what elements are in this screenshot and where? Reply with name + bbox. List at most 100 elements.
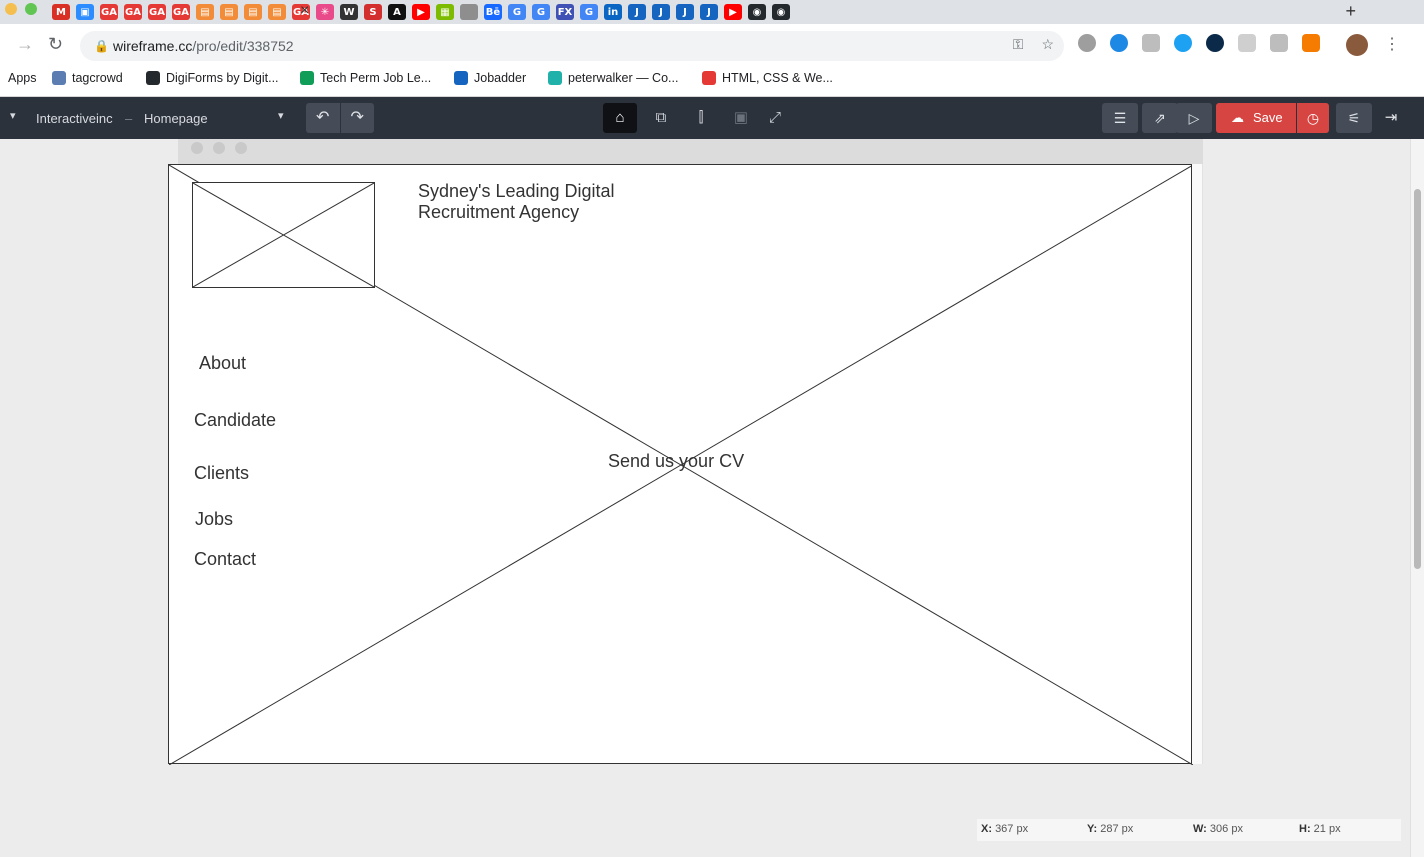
ga-icon[interactable]: GA (148, 4, 166, 20)
frame-dot (235, 142, 247, 154)
fx-icon[interactable]: FX (556, 4, 574, 20)
nav-link-clients[interactable]: Clients (194, 463, 249, 484)
nav-link-contact[interactable]: Contact (194, 549, 256, 570)
window-zoom-button[interactable] (25, 3, 37, 15)
calendar-icon[interactable]: ▤ (196, 4, 214, 20)
linkedin-icon[interactable]: in (604, 4, 622, 20)
jobadder-icon[interactable]: J (652, 4, 670, 20)
app-toolbar: ▾ Interactiveinc – Homepage ▾ ↶ ↷ ⌂ ⧉ ⫿ … (0, 97, 1424, 139)
jobadder-icon[interactable]: J (676, 4, 694, 20)
preview-play-icon[interactable]: ▷ (1176, 103, 1212, 133)
key-icon[interactable]: ⚿ (1013, 36, 1024, 53)
nav-link-jobs[interactable]: Jobs (195, 509, 233, 530)
s-icon[interactable]: S (364, 4, 382, 20)
extension-icon[interactable] (1238, 34, 1256, 52)
page-selector[interactable]: Homepage (144, 111, 208, 126)
lock-tool-icon[interactable]: ⌂ (603, 103, 637, 133)
google-icon[interactable]: G (532, 4, 550, 20)
ga-icon[interactable]: GA (124, 4, 142, 20)
extension-icon[interactable] (1078, 34, 1096, 52)
github-icon[interactable]: ◉ (772, 4, 790, 20)
github-icon[interactable]: ◉ (748, 4, 766, 20)
lock-icon: 🔒 (94, 39, 109, 53)
w-icon[interactable]: W (340, 4, 358, 20)
editor-canvas[interactable]: Sydney's Leading Digital Recruitment Age… (0, 139, 1410, 857)
window-minimize-button[interactable] (5, 3, 17, 15)
save-button[interactable]: ☁ Save (1216, 103, 1296, 133)
apple-icon[interactable] (460, 4, 478, 20)
forward-icon[interactable]: → (16, 34, 34, 55)
jobadder-icon[interactable]: J (700, 4, 718, 20)
url-field[interactable]: 🔒 wireframe.cc/pro/edit/338752 ⚿ ☆ (80, 31, 1064, 61)
h-label: H: (1299, 823, 1311, 835)
align-icon[interactable]: ⫿ (684, 103, 718, 133)
grid-ruler (1192, 164, 1203, 764)
url-path: /pro/edit/338752 (192, 38, 294, 54)
bookmark-item[interactable]: DigiForms by Digit... (146, 71, 279, 85)
bookmark-item[interactable]: Jobadder (454, 71, 526, 85)
bookmark-item[interactable]: tagcrowd (52, 71, 123, 85)
bookmark-label: Tech Perm Job Le... (320, 71, 432, 85)
w-label: W: (1193, 823, 1207, 835)
a-icon[interactable]: A (388, 4, 406, 20)
tagline-heading[interactable]: Sydney's Leading Digital Recruitment Age… (418, 181, 678, 223)
settings-sliders-icon[interactable]: ⚟ (1336, 103, 1372, 133)
profile-avatar[interactable] (1346, 34, 1368, 56)
canvas-scrollbar[interactable] (1410, 139, 1424, 857)
extension-icon[interactable] (1174, 34, 1192, 52)
bookmark-star-icon[interactable]: ☆ (1041, 36, 1054, 53)
page-dropdown-icon[interactable]: ▾ (278, 109, 284, 122)
bookmark-item[interactable]: HTML, CSS & We... (702, 71, 833, 85)
extension-icon[interactable] (1142, 34, 1160, 52)
bookmark-item[interactable]: Apps (8, 71, 37, 85)
reload-icon[interactable]: ↻ (48, 34, 63, 55)
send-cv-text[interactable]: Send us your CV (608, 451, 744, 472)
calendar-icon[interactable]: ▤ (268, 4, 286, 20)
browser-address-bar: → ↻ 🔒 wireframe.cc/pro/edit/338752 ⚿ ☆ ⋮ (0, 24, 1424, 66)
spinner-icon[interactable]: ✳ (316, 4, 334, 20)
extension-icon[interactable] (1302, 34, 1320, 52)
bookmark-item[interactable]: peterwalker — Co... (548, 71, 678, 85)
bookmark-item[interactable]: Tech Perm Job Le... (300, 71, 431, 85)
tab-close-icon[interactable]: × (300, 2, 309, 20)
calendar-icon[interactable]: ▤ (244, 4, 262, 20)
redo-icon[interactable]: ↷ (339, 103, 375, 133)
nav-link-candidate[interactable]: Candidate (194, 410, 276, 431)
menu-chevron-icon[interactable]: ▾ (10, 109, 16, 122)
duplicate-icon[interactable]: ⧉ (644, 103, 678, 133)
google-icon[interactable]: G (508, 4, 526, 20)
undo-icon[interactable]: ↶ (306, 103, 340, 133)
ga-icon[interactable]: GA (100, 4, 118, 20)
extension-icon[interactable] (1270, 34, 1288, 52)
scrollbar-thumb[interactable] (1414, 189, 1421, 569)
bookmarks-bar: Apps tagcrowd DigiForms by Digit... Tech Pe… (0, 66, 1424, 97)
nav-link-about[interactable]: About (199, 353, 246, 374)
bookmark-label: DigiForms by Digit... (166, 71, 279, 85)
calendar-icon[interactable]: ▤ (220, 4, 238, 20)
google-icon[interactable]: G (580, 4, 598, 20)
jobadder-icon[interactable]: J (628, 4, 646, 20)
share-link-icon[interactable]: ⇗ (1142, 103, 1178, 133)
behance-icon[interactable]: Bē (484, 4, 502, 20)
new-tab-button[interactable]: + (1345, 1, 1356, 22)
extension-icon[interactable] (1110, 34, 1128, 52)
w-readout: W: 306 px (1193, 823, 1243, 835)
x-readout: X: 367 px (981, 823, 1028, 835)
url-text: wireframe.cc/pro/edit/338752 (113, 38, 294, 54)
exit-icon[interactable]: ⇥ (1374, 103, 1408, 133)
youtube-icon[interactable]: ▶ (412, 4, 430, 20)
microsoft-icon[interactable]: ▦ (436, 4, 454, 20)
group-icon[interactable]: ▣ (724, 103, 758, 133)
gmail-icon[interactable]: M (52, 4, 70, 20)
ga-icon[interactable]: GA (172, 4, 190, 20)
extension-icon[interactable] (1206, 34, 1224, 52)
logo-image-placeholder[interactable] (192, 182, 375, 288)
wireframe-page[interactable]: Sydney's Leading Digital Recruitment Age… (168, 164, 1193, 765)
zoom-icon[interactable]: ▣ (76, 4, 94, 20)
connector-icon[interactable]: ⤢ (758, 103, 792, 133)
history-icon[interactable]: ◷ (1297, 103, 1329, 133)
youtube-icon[interactable]: ▶ (724, 4, 742, 20)
project-name[interactable]: Interactiveinc (36, 111, 113, 126)
browser-menu-icon[interactable]: ⋮ (1384, 34, 1400, 54)
comments-icon[interactable]: ☰ (1102, 103, 1138, 133)
